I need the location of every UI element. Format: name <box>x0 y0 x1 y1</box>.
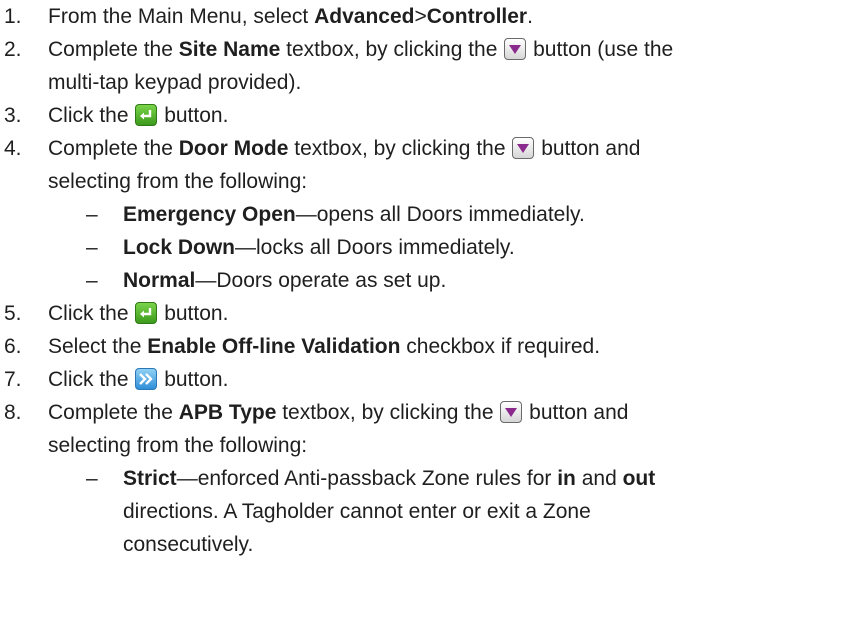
option-desc: —opens all Doors immediately. <box>295 203 585 226</box>
option-label: Emergency Open <box>123 203 296 226</box>
direction-out: out <box>622 467 656 490</box>
step-number: 1. <box>4 5 22 28</box>
next-page-icon <box>135 368 158 390</box>
step-text: button. <box>158 302 229 325</box>
step-text: Complete the <box>48 137 179 160</box>
step-text: Complete the <box>48 38 179 61</box>
step-text: button and <box>535 137 641 160</box>
enter-return-icon <box>135 302 158 324</box>
list-dash: – <box>86 236 98 259</box>
direction-in: in <box>557 467 576 490</box>
list-dash: – <box>86 467 98 490</box>
option-desc: —Doors operate as set up. <box>195 269 447 292</box>
step-text: Click the <box>48 302 135 325</box>
menu-controller: Controller <box>426 5 528 28</box>
step-text: textbox, by clicking the <box>276 401 500 424</box>
step-number: 4. <box>4 137 22 160</box>
field-apb-type: APB Type <box>178 401 277 424</box>
field-enable-offline-validation: Enable Off-line Validation <box>147 335 401 358</box>
step-number: 8. <box>4 401 22 424</box>
step-text: checkbox if required. <box>400 335 601 358</box>
punctuation: . <box>527 5 533 28</box>
enter-return-icon <box>135 104 158 126</box>
step-text: button. <box>158 368 229 391</box>
option-label: Normal <box>123 269 196 292</box>
step-text: Select the <box>48 335 148 358</box>
option-desc: —locks all Doors immediately. <box>235 236 515 259</box>
field-site-name: Site Name <box>178 38 281 61</box>
step-number: 5. <box>4 302 22 325</box>
step-number: 7. <box>4 368 22 391</box>
field-door-mode: Door Mode <box>178 137 289 160</box>
step-text: textbox, by clicking the <box>280 38 504 61</box>
list-dash: – <box>86 269 98 292</box>
option-label: Lock Down <box>123 236 236 259</box>
option-desc: directions. A Tagholder cannot enter or … <box>123 500 591 523</box>
step-text: multi-tap keypad provided). <box>48 71 302 94</box>
procedure-document: 1. From the Main Menu, select Advanced>C… <box>0 0 865 628</box>
step-text: Click the <box>48 104 135 127</box>
step-text: button (use the <box>527 38 674 61</box>
step-text: selecting from the following: <box>48 434 308 457</box>
step-text: textbox, by clicking the <box>288 137 512 160</box>
option-desc: consecutively. <box>123 533 254 556</box>
step-text: selecting from the following: <box>48 170 308 193</box>
dropdown-arrow-icon <box>512 137 535 159</box>
menu-separator: > <box>414 5 427 28</box>
step-number: 2. <box>4 38 22 61</box>
step-number: 3. <box>4 104 22 127</box>
dropdown-arrow-icon <box>500 401 523 423</box>
option-desc: and <box>575 467 623 490</box>
step-text: Click the <box>48 368 135 391</box>
step-text: From the Main Menu, select <box>48 5 315 28</box>
step-text: button and <box>523 401 629 424</box>
step-text: button. <box>158 104 229 127</box>
step-text: Complete the <box>48 401 179 424</box>
list-dash: – <box>86 203 98 226</box>
option-desc: —enforced Anti-passback Zone rules for <box>176 467 558 490</box>
menu-advanced: Advanced <box>314 5 415 28</box>
step-number: 6. <box>4 335 22 358</box>
dropdown-arrow-icon <box>504 38 527 60</box>
option-label: Strict <box>123 467 177 490</box>
